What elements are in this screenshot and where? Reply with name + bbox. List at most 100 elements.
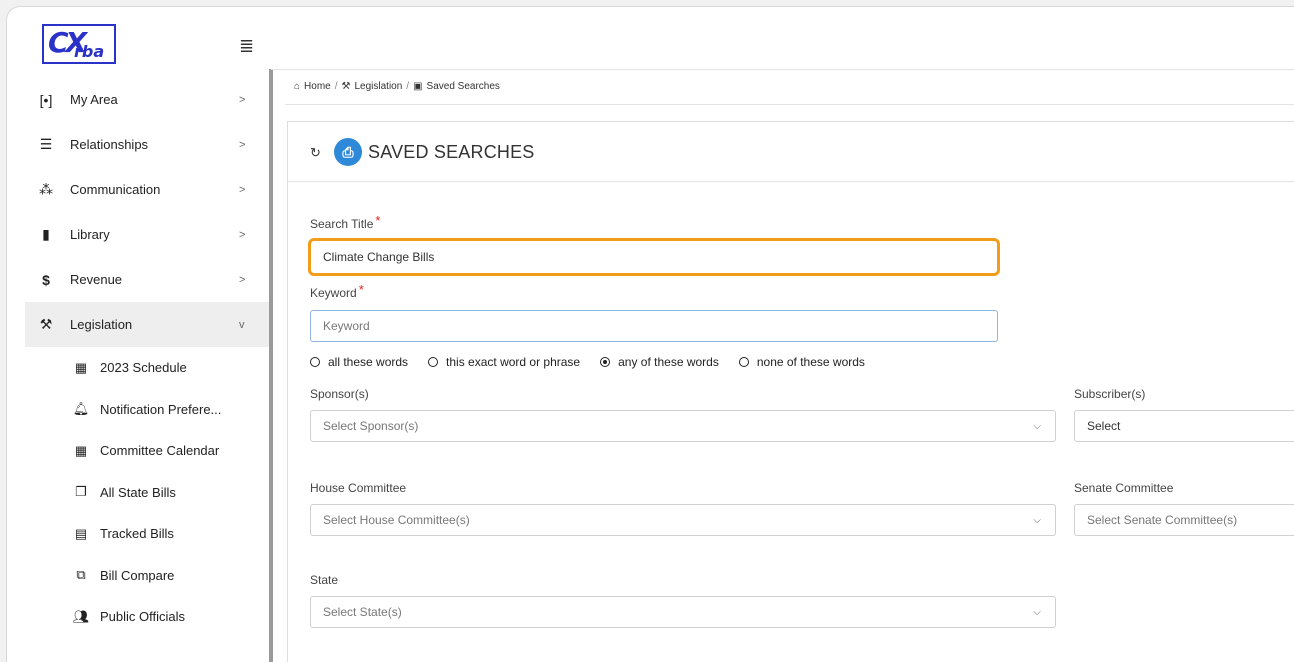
chevron-right-icon: > [239, 228, 246, 241]
radio-exact-phrase[interactable]: this exact word or phrase [428, 355, 580, 369]
gavel-icon: ⚒ [341, 81, 351, 92]
sponsor-placeholder: Select Sponsor(s) [323, 419, 419, 433]
chevron-down-icon: v [239, 318, 245, 331]
subscriber-placeholder: Select [1087, 419, 1121, 433]
sidebar-subitem-label: Tracked Bills [100, 526, 174, 542]
gavel-icon: ⚒ [39, 316, 53, 332]
keyword-label: Keyword * [310, 282, 364, 300]
logo[interactable]: CX rba [42, 24, 116, 64]
breadcrumb-current: Saved Searches [426, 81, 500, 92]
sidebar-subitem-label: Committee Calendar [100, 443, 220, 459]
radio-circle[interactable] [310, 357, 320, 367]
sidebar-item-label: Legislation [70, 317, 133, 332]
page-title: SAVED SEARCHES [368, 142, 535, 162]
sidebar-subitem-label: Public Officials [100, 609, 186, 625]
sidebar-subitem-bill-compare[interactable]: ⧉ Bill Compare [25, 555, 271, 597]
chevron-down-icon: ⌵ [1033, 514, 1041, 526]
sidebar-item-label: Communication [70, 182, 161, 197]
sidebar-subitem-label: Bill Compare [100, 567, 175, 583]
breadcrumb-legislation[interactable]: Legislation [354, 81, 402, 92]
chevron-down-icon: ⌵ [1033, 606, 1041, 618]
radio-none-of-these-words[interactable]: none of these words [738, 355, 865, 369]
hamburger-menu-icon[interactable]: ≣ [239, 37, 254, 55]
breadcrumb-separator: / [406, 81, 410, 92]
calendar-icon: ▦ [74, 442, 88, 458]
sidebar-item-communication[interactable]: ⁂ Communication > [25, 167, 271, 212]
refresh-icon[interactable]: ↻ [310, 145, 321, 161]
sidebar-item-library[interactable]: ▮ Library > [25, 212, 271, 257]
senate-committee-placeholder: Select Senate Committee(s) [1087, 513, 1238, 527]
focus-frame-icon: [•] [39, 91, 53, 108]
dollar-icon: $ [42, 271, 50, 288]
saved-search-icon: ⎙ [334, 138, 362, 166]
sidebar-subitem-tracked-bills[interactable]: ▤ Tracked Bills [25, 513, 271, 555]
subscriber-select[interactable]: Select [1074, 410, 1294, 442]
search-title-label: Search Title * [310, 213, 380, 231]
saved-search-icon: ▣ [413, 81, 423, 92]
sidebar-item-relationships[interactable]: ☰ Relationships > [25, 122, 271, 167]
app-window: CX rba ≣ [•] My Area > ☰ Relationships >… [6, 6, 1294, 662]
people-icon: 👥︎ [72, 608, 90, 624]
sidebar-item-legislation[interactable]: ⚒ Legislation v [25, 302, 271, 347]
search-title-input[interactable]: Climate Change Bills [308, 238, 1000, 276]
breadcrumb: ⌂ Home / ⚒ Legislation / ▣ Saved Searche… [294, 81, 500, 92]
state-label: State [310, 573, 339, 587]
sidebar: CX rba ≣ [•] My Area > ☰ Relationships >… [25, 7, 271, 662]
calendar-icon: ▦ [74, 359, 88, 375]
home-icon: ⌂ [294, 81, 301, 92]
senate-committee-label: Senate Committee [1074, 481, 1174, 495]
breadcrumb-home[interactable]: Home [304, 81, 331, 92]
senate-committee-select[interactable]: Select Senate Committee(s) [1074, 504, 1294, 536]
search-title-label-text: Search Title [310, 217, 374, 231]
house-committee-select[interactable]: Select House Committee(s) ⌵ [310, 504, 1056, 536]
bell-icon: 🔔︎ [72, 401, 90, 417]
sidebar-subitem-2023-schedule[interactable]: ▦ 2023 Schedule [25, 347, 271, 389]
house-committee-placeholder: Select House Committee(s) [323, 513, 470, 527]
keyword-input[interactable]: Keyword [310, 310, 998, 342]
radio-label: any of these words [618, 355, 719, 369]
radio-all-these-words[interactable]: all these words [310, 355, 408, 369]
documents-icon: ❐ [75, 484, 87, 500]
state-placeholder: Select State(s) [323, 605, 402, 619]
house-committee-label: House Committee [310, 481, 407, 495]
sidebar-divider[interactable] [269, 69, 273, 662]
saved-searches-card: ↻ ⎙ SAVED SEARCHES Search Title * Climate… [287, 121, 1294, 662]
sidebar-subitem-label: 2023 Schedule [100, 360, 187, 376]
document-icon: ▤ [74, 525, 88, 541]
sidebar-subitem-label: Notification Prefere... [100, 401, 222, 417]
keyword-label-text: Keyword [310, 286, 357, 300]
radio-label: none of these words [756, 355, 865, 369]
sidebar-subitem-public-officials[interactable]: 👥︎ Public Officials [25, 596, 271, 638]
card-header: ↻ ⎙ SAVED SEARCHES [288, 122, 1294, 182]
sidebar-item-revenue[interactable]: $ Revenue > [25, 257, 271, 302]
radio-circle[interactable] [428, 357, 439, 367]
keyword-match-options: all these words this exact word or phras… [310, 355, 885, 369]
radio-circle-selected[interactable] [600, 357, 611, 367]
radio-any-of-these-words[interactable]: any of these words [600, 355, 719, 369]
logo-text-sub: rba [74, 42, 105, 61]
required-mark: * [358, 282, 364, 297]
network-icon: ⁂ [39, 181, 53, 197]
state-select[interactable]: Select State(s) ⌵ [310, 596, 1056, 628]
sidebar-item-label: Revenue [70, 272, 123, 287]
sponsor-select[interactable]: Select Sponsor(s) ⌵ [310, 410, 1056, 442]
chevron-right-icon: > [239, 93, 246, 106]
sidebar-subitem-committee-calendar[interactable]: ▦ Committee Calendar [25, 430, 271, 472]
chevron-right-icon: > [239, 183, 246, 196]
sponsor-label: Sponsor(s) [310, 387, 369, 401]
sidebar-menu: [•] My Area > ☰ Relationships > ⁂ Commun… [25, 77, 271, 638]
chevron-down-icon: ⌵ [1033, 420, 1041, 432]
book-icon: ▮ [42, 226, 50, 242]
sidebar-subitem-all-state-bills[interactable]: ❐ All State Bills [25, 472, 271, 514]
compare-icon: ⧉ [76, 567, 86, 583]
sidebar-item-label: My Area [70, 92, 118, 107]
sidebar-subitem-label: All State Bills [100, 484, 176, 500]
radio-circle[interactable] [738, 357, 749, 367]
sidebar-item-my-area[interactable]: [•] My Area > [25, 77, 271, 122]
breadcrumb-divider [285, 104, 1294, 105]
chevron-right-icon: > [239, 138, 246, 151]
header-divider [271, 69, 1294, 70]
sidebar-subitem-notification-preferences[interactable]: 🔔︎ Notification Prefere... [25, 389, 271, 431]
subscriber-label: Subscriber(s) [1074, 387, 1146, 401]
radio-label: all these words [328, 355, 409, 369]
